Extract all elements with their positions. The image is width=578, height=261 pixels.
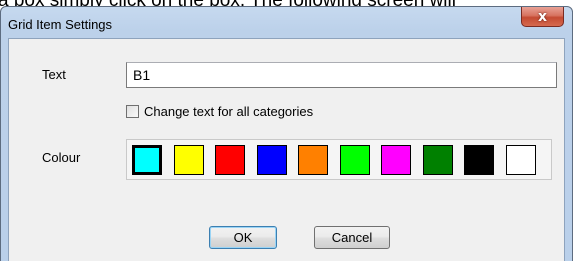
colour-swatch-cyan[interactable] [132, 145, 162, 175]
colour-swatch-white[interactable] [506, 145, 536, 175]
colour-swatch-yellow[interactable] [174, 145, 204, 175]
close-button[interactable]: x [521, 7, 564, 27]
colour-swatch-red[interactable] [215, 145, 245, 175]
colour-palette [126, 139, 552, 180]
cancel-button[interactable]: Cancel [314, 226, 390, 249]
colour-swatch-magenta[interactable] [381, 145, 411, 175]
colour-swatch-dark-green[interactable] [423, 145, 453, 175]
close-icon: x [537, 8, 548, 25]
title-bar[interactable]: Grid Item Settings x [1, 7, 572, 37]
screenshot: a box simply click on the box. The follo… [0, 0, 578, 261]
dialog-title: Grid Item Settings [8, 17, 113, 32]
cancel-button-label: Cancel [331, 230, 373, 245]
colour-swatch-orange[interactable] [298, 145, 328, 175]
colour-swatch-green[interactable] [340, 145, 370, 175]
colour-swatch-black[interactable] [464, 145, 494, 175]
text-input[interactable] [126, 62, 557, 88]
change-all-categories-label[interactable]: Change text for all categories [144, 104, 313, 119]
colour-swatch-blue[interactable] [257, 145, 287, 175]
colour-label: Colour [42, 150, 81, 165]
dialog-body: Text Change text for all categories Colo… [8, 38, 565, 261]
text-label: Text [42, 67, 66, 82]
ok-button[interactable]: OK [209, 226, 277, 249]
grid-item-settings-dialog: Grid Item Settings x Text Change text fo… [0, 6, 573, 261]
change-all-categories-checkbox[interactable] [126, 105, 139, 118]
ok-button-label: OK [233, 230, 253, 245]
change-all-categories-row[interactable]: Change text for all categories [126, 104, 313, 119]
